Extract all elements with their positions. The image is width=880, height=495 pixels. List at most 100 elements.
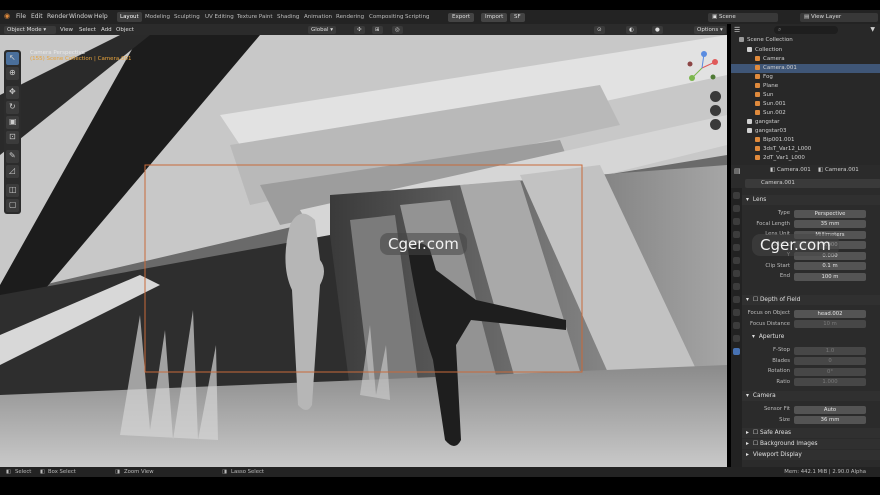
- tab-layout[interactable]: Layout: [117, 12, 142, 22]
- filter-icon[interactable]: ▼: [870, 26, 875, 33]
- object-mode-dropdown[interactable]: Object Mode ▾: [4, 25, 56, 34]
- properties-tab-world-icon[interactable]: [733, 257, 740, 264]
- view-menu[interactable]: View: [57, 26, 76, 34]
- viewport-display-section[interactable]: ▸ Viewport Display: [742, 450, 880, 460]
- sf-button[interactable]: SF: [510, 12, 525, 22]
- camera-object-tab[interactable]: ◧ Camera.001: [770, 167, 811, 173]
- background-images-section[interactable]: ▸ ☐ Background Images: [742, 439, 880, 449]
- outliner-editor-icon[interactable]: ☰: [734, 26, 740, 34]
- outliner-item[interactable]: 3dsT_Var12_L000◉: [731, 145, 880, 154]
- rotate-tool-icon[interactable]: ↻: [6, 101, 19, 114]
- properties-tab-modifiers-icon[interactable]: [733, 296, 740, 303]
- measure-tool-icon[interactable]: ◿: [6, 165, 19, 178]
- safe-areas-checkbox-icon[interactable]: ☐: [753, 430, 760, 436]
- outliner-item[interactable]: Sun◉: [731, 91, 880, 100]
- move-tool-icon[interactable]: ✥: [6, 86, 19, 99]
- orientation-dropdown[interactable]: Global ▾: [308, 25, 337, 34]
- tab-rendering[interactable]: Rendering: [333, 12, 367, 22]
- tab-scripting[interactable]: Scripting: [402, 12, 432, 22]
- safe-areas-section[interactable]: ▸ ☐ Safe Areas: [742, 428, 880, 438]
- camera-data-tab[interactable]: ◧ Camera.001: [818, 167, 859, 173]
- properties-tab-tool-icon[interactable]: [733, 192, 740, 199]
- property-field[interactable]: 0°: [794, 367, 866, 376]
- background-images-checkbox-icon[interactable]: ☐: [753, 441, 760, 447]
- properties-tab-physics-icon[interactable]: [733, 322, 740, 329]
- property-field[interactable]: 1.0: [794, 346, 866, 355]
- properties-tab-object-data-icon[interactable]: [733, 348, 740, 355]
- outliner-item[interactable]: Plane◉: [731, 82, 880, 91]
- transform-tool-icon[interactable]: ⊡: [6, 131, 19, 144]
- options-dropdown[interactable]: Options ▾: [694, 25, 726, 34]
- blender-logo-icon[interactable]: ◉: [4, 12, 10, 20]
- property-field[interactable]: head.002: [794, 309, 866, 318]
- camera-view-icon[interactable]: [710, 119, 721, 130]
- object-menu[interactable]: Object: [113, 26, 137, 34]
- properties-tab-object-icon[interactable]: [733, 283, 740, 290]
- overlays-icon[interactable]: ◐: [626, 25, 637, 34]
- dof-checkbox-icon[interactable]: ☐: [753, 297, 760, 303]
- property-field[interactable]: 1.000: [794, 378, 866, 386]
- annotate-tool-icon[interactable]: ✎: [6, 150, 19, 163]
- menu-edit[interactable]: Edit: [31, 13, 43, 20]
- property-field[interactable]: 100 m: [794, 272, 866, 281]
- tab-shading[interactable]: Shading: [274, 12, 302, 22]
- outliner-item[interactable]: Collection◉: [731, 46, 880, 55]
- tab-modeling[interactable]: Modeling: [142, 12, 173, 22]
- property-field[interactable]: Auto: [794, 405, 866, 414]
- menu-help[interactable]: Help: [94, 13, 108, 20]
- pan-hand-icon[interactable]: [710, 105, 721, 116]
- properties-tab-render-icon[interactable]: [733, 205, 740, 212]
- properties-tab-particles-icon[interactable]: [733, 309, 740, 316]
- tab-compositing[interactable]: Compositing: [366, 12, 406, 22]
- properties-tab-collection-icon[interactable]: [733, 270, 740, 277]
- property-field[interactable]: 0.1 m: [794, 262, 866, 270]
- navigation-gizmo[interactable]: [682, 48, 722, 88]
- view-layer-selector[interactable]: ▤ View Layer: [800, 12, 878, 22]
- property-field[interactable]: 10 m: [794, 320, 866, 328]
- aperture-section-header[interactable]: ▾ Aperture: [748, 332, 880, 342]
- menu-render[interactable]: Render: [47, 13, 68, 20]
- properties-editor-icon[interactable]: ▤: [734, 167, 741, 175]
- lens-section-header[interactable]: ▾ Lens: [742, 195, 880, 205]
- export-button[interactable]: Export: [448, 12, 475, 22]
- tab-texture-paint[interactable]: Texture Paint: [234, 12, 276, 22]
- property-field[interactable]: 0: [794, 357, 866, 365]
- outliner-search-input[interactable]: ⌕: [774, 26, 838, 34]
- add-cube-tool-icon[interactable]: ◫: [6, 184, 19, 197]
- dof-section-header[interactable]: ▾ ☐ Depth of Field: [742, 295, 880, 305]
- menu-file[interactable]: File: [16, 13, 26, 20]
- outliner-item[interactable]: 2dT_Var1_L000◉: [731, 154, 880, 163]
- outliner-root[interactable]: Scene Collection: [731, 36, 880, 45]
- 3d-viewport[interactable]: Camera Perspective (155) Scene Collectio…: [0, 35, 727, 467]
- outliner-item[interactable]: gangstar03◉: [731, 127, 880, 136]
- datablock-name-field[interactable]: Camera.001: [745, 179, 880, 188]
- select-menu[interactable]: Select: [76, 26, 99, 34]
- outliner-item[interactable]: gangstar◉: [731, 118, 880, 127]
- outliner-item[interactable]: Camera.001◉: [731, 64, 880, 73]
- camera-section-header[interactable]: ▾ Camera: [742, 391, 880, 401]
- zoom-icon[interactable]: [710, 91, 721, 102]
- outliner-item[interactable]: Fog◉: [731, 73, 880, 82]
- properties-tab-view-layer-icon[interactable]: [733, 231, 740, 238]
- tab-uv-editing[interactable]: UV Editing: [202, 12, 237, 22]
- select-tool-icon[interactable]: ↖: [6, 52, 19, 65]
- shading-solid-icon[interactable]: ●: [652, 25, 663, 34]
- properties-tab-scene-icon[interactable]: [733, 244, 740, 251]
- proportional-icon[interactable]: ◎: [392, 25, 403, 34]
- tab-animation[interactable]: Animation: [301, 12, 335, 22]
- cursor-tool-icon[interactable]: ⊕: [6, 67, 19, 80]
- property-field[interactable]: Perspective: [794, 209, 866, 218]
- outliner-item[interactable]: Camera◉: [731, 55, 880, 64]
- menu-window[interactable]: Window: [69, 13, 93, 20]
- outliner-item[interactable]: Bip001.001◉: [731, 136, 880, 145]
- view-object-types-icon[interactable]: ⊙: [594, 25, 605, 34]
- properties-tab-output-icon[interactable]: [733, 218, 740, 225]
- scene-selector[interactable]: ▣ Scene: [708, 12, 778, 22]
- properties-tab-constraints-icon[interactable]: [733, 335, 740, 342]
- tab-sculpting[interactable]: Sculpting: [171, 12, 203, 22]
- pivot-icon[interactable]: ✣: [354, 25, 365, 34]
- scale-tool-icon[interactable]: ▣: [6, 116, 19, 129]
- snap-icon[interactable]: ⊞: [372, 25, 383, 34]
- extra-tool-icon[interactable]: ▢: [6, 199, 19, 212]
- property-field[interactable]: 36 mm: [794, 416, 866, 424]
